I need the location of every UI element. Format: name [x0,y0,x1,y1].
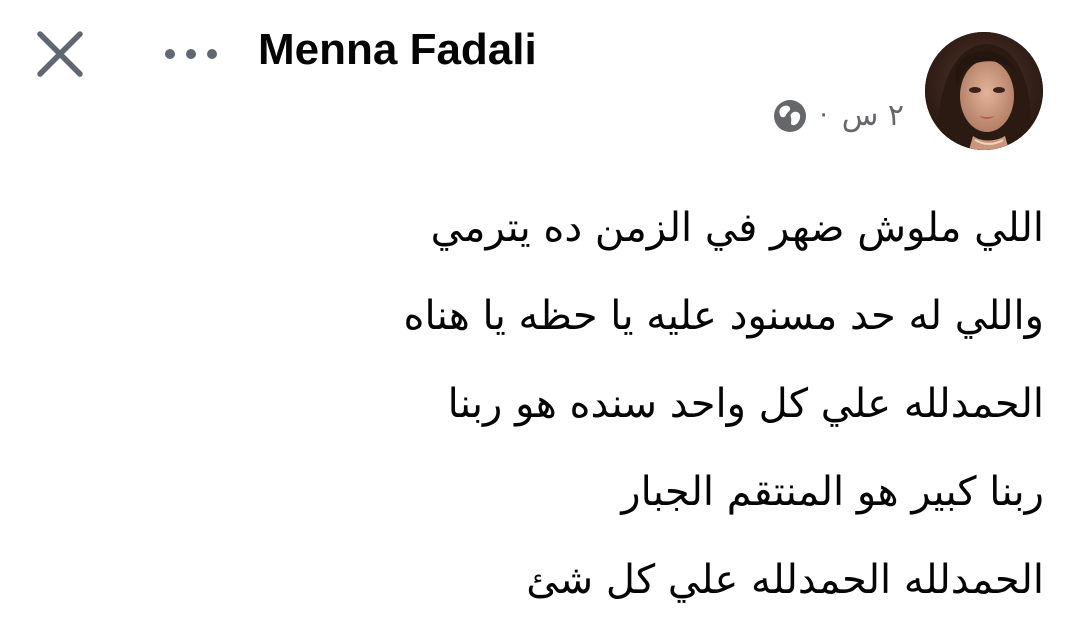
post-line: الحمدلله علي كل واحد سنده هو ربنا [447,381,1044,427]
close-icon [34,28,86,80]
post-line: الحمدلله الحمدلله علي كل شئ [526,557,1044,603]
post-text: اللي ملوش ضهر في الزمن ده يترمي واللي له… [34,184,1045,624]
post-line: اللي ملوش ضهر في الزمن ده يترمي [430,205,1044,251]
more-horizontal-icon [163,44,219,64]
author-name[interactable]: Menna Fadali [258,24,537,76]
more-options-button[interactable] [163,44,219,64]
close-button[interactable] [34,28,86,80]
post-timestamp[interactable]: ٢ س [842,96,904,136]
globe-icon[interactable] [773,99,807,133]
post-meta: · ٢ س [773,96,904,136]
post-line: ربنا كبير هو المنتقم الجبار [621,469,1044,515]
post-line: واللي له حد مسنود عليه يا حظه يا هناه [403,293,1045,339]
avatar[interactable] [925,32,1043,150]
meta-separator: · [819,101,828,131]
